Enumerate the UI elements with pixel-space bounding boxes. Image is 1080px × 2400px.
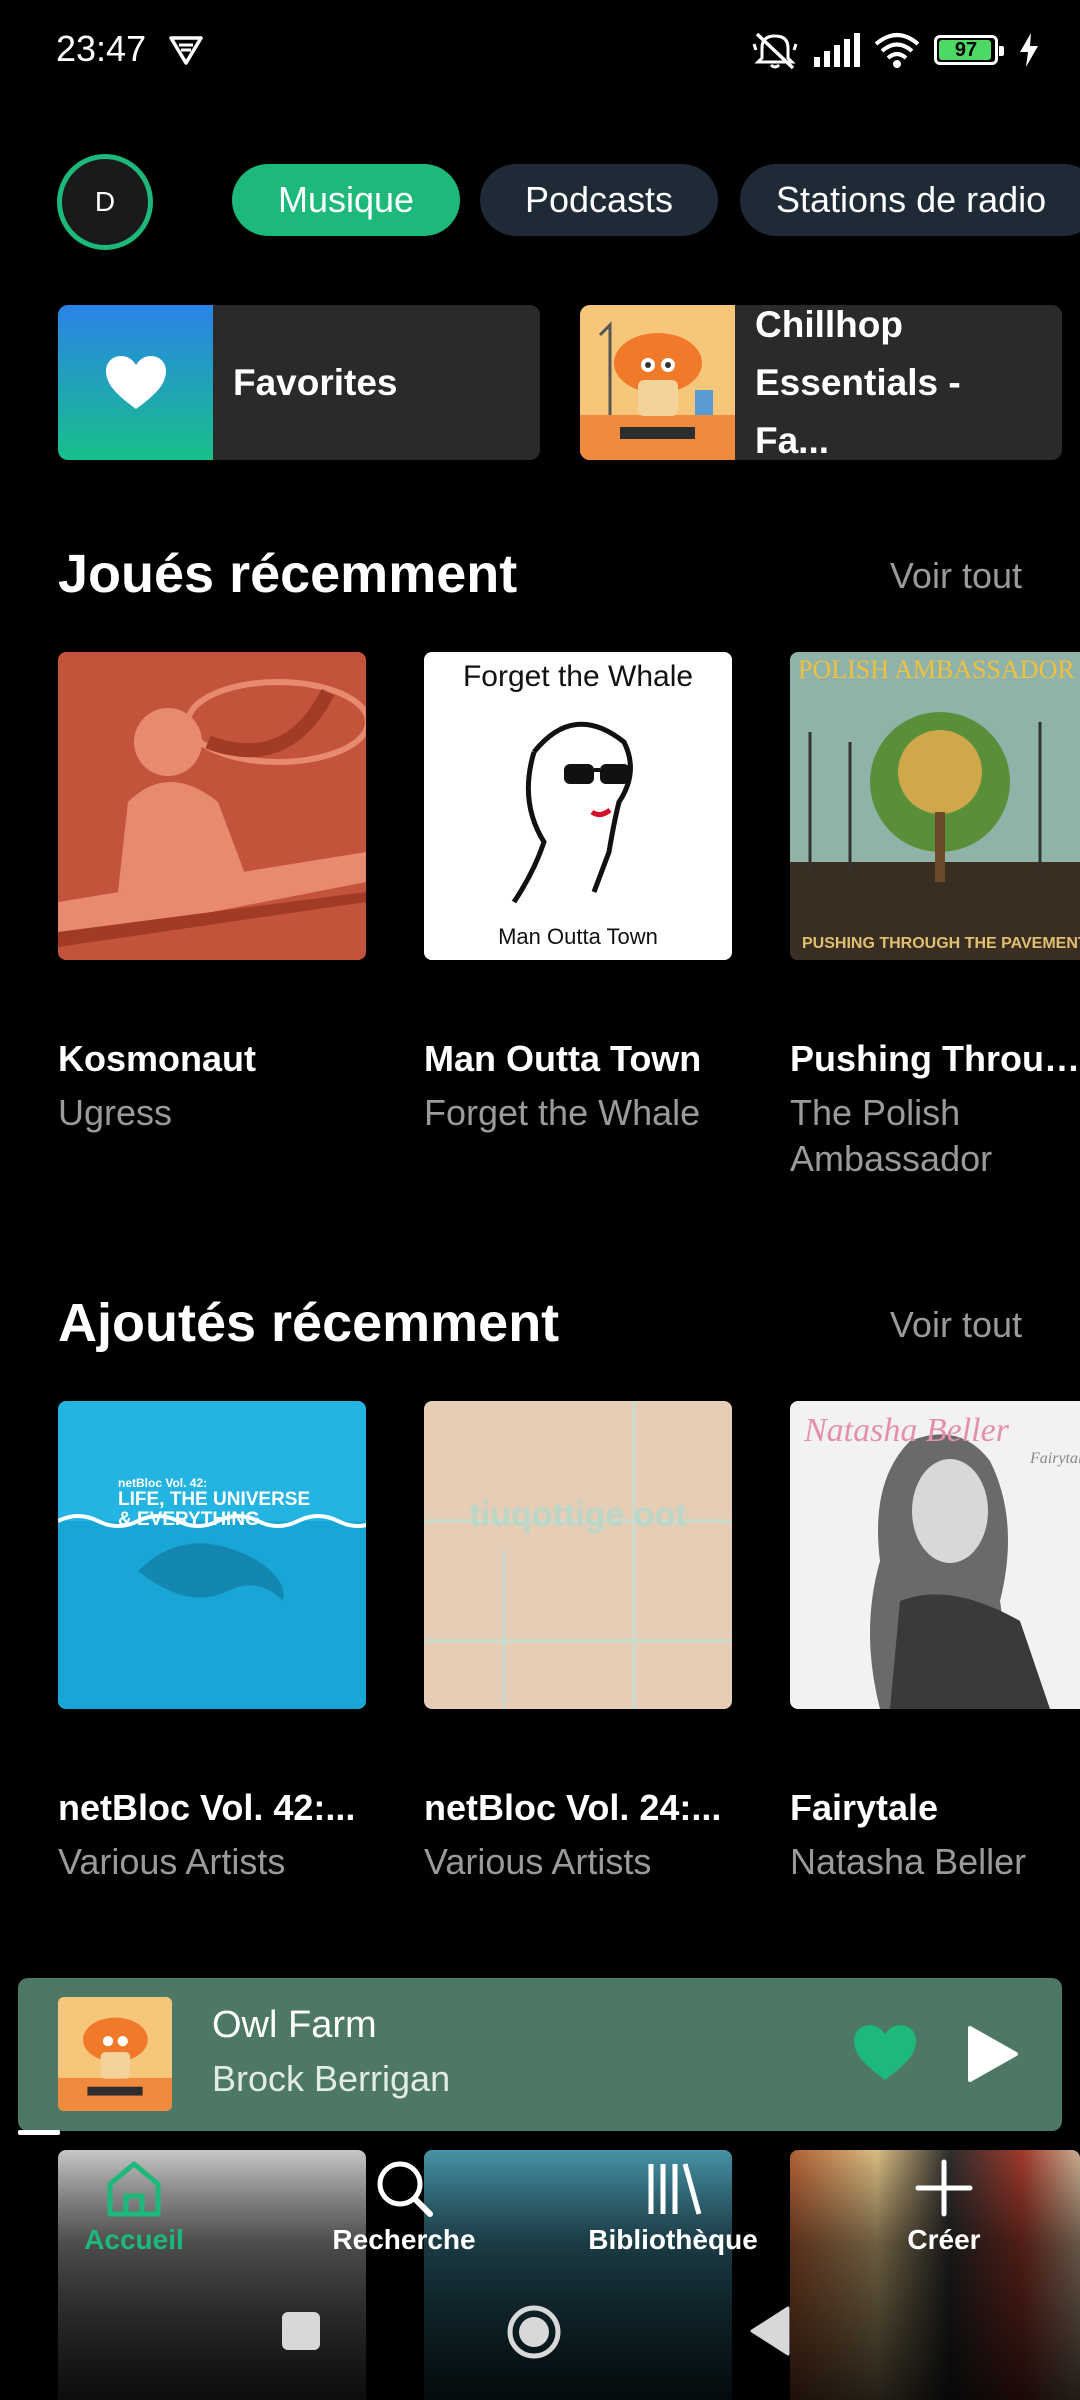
recents-icon[interactable] xyxy=(280,2310,322,2352)
album-title: Fairytale xyxy=(790,1787,939,1828)
status-time: 23:47 xyxy=(56,28,147,69)
pinned-title-line1: Chillhop xyxy=(755,305,903,345)
nav-search[interactable]: Recherche xyxy=(304,2156,504,2256)
nav-label: Recherche xyxy=(332,2224,476,2255)
cover-text-top: Forget the Whale xyxy=(463,660,693,693)
cover-text-bottom: PUSHING THROUGH THE PAVEMENT xyxy=(802,935,1080,952)
mini-player-artist: Brock Berrigan xyxy=(212,2058,451,2099)
album-cover: POLISH AMBASSADOR PUSHING THROUGH THE PA… xyxy=(790,652,1080,960)
battery-level: 97 xyxy=(954,38,978,61)
nav-label: Bibliothèque xyxy=(588,2224,758,2255)
wifi-icon xyxy=(874,33,920,68)
album-artist-line2: Ambassador xyxy=(790,1138,993,1179)
cover-text-top: netBloc Vol. 42: xyxy=(118,1476,207,1490)
album-card[interactable]: Kosmonaut Ugress xyxy=(58,652,366,1136)
search-icon xyxy=(377,2161,433,2217)
album-artist: Forget the Whale xyxy=(424,1092,701,1133)
vpn-icon xyxy=(169,36,203,65)
signal-icon xyxy=(814,33,860,67)
album-artist: The Polish Ambassador xyxy=(790,1090,1080,1182)
album-cover: netBloc Vol. 42: LIFE, THE UNIVERSE & EV… xyxy=(58,1401,366,1709)
album-artist: Various Artists xyxy=(58,1841,286,1882)
library-icon xyxy=(648,2163,702,2215)
album-card[interactable]: Forget the Whale Man Outta Town Man Outt… xyxy=(424,652,732,1136)
album-cover: Natasha Beller Fairytale xyxy=(790,1401,1080,1709)
album-cover: tiuqottige oot xyxy=(424,1401,732,1709)
status-icons: 97 xyxy=(752,30,1040,70)
mini-player-title: Owl Farm xyxy=(212,2004,377,2046)
album-card[interactable]: Natasha Beller Fairytale Fairytale Natas… xyxy=(790,1401,1080,1885)
album-card[interactable]: netBloc Vol. 42: LIFE, THE UNIVERSE & EV… xyxy=(58,1401,366,1885)
playback-progress xyxy=(18,2130,60,2135)
section-title-recently-played: Joués récemment xyxy=(58,544,518,604)
chip-musique[interactable]: Musique xyxy=(232,164,460,236)
see-all-recently-played[interactable]: Voir tout xyxy=(890,555,1022,597)
pinned-title: Chillhop Essentials - Fa... xyxy=(735,305,1062,460)
see-all-recently-added[interactable]: Voir tout xyxy=(890,1304,1022,1346)
cover-text-line2: & EVERYTHING xyxy=(118,1509,260,1530)
system-nav-bar xyxy=(0,2290,1080,2380)
chillhop-art xyxy=(580,305,735,460)
back-icon[interactable] xyxy=(748,2306,790,2356)
album-title: netBloc Vol. 42:... xyxy=(58,1787,356,1828)
plus-icon xyxy=(915,2159,973,2217)
album-title: Kosmonaut xyxy=(58,1038,256,1079)
avatar-letter: D xyxy=(94,186,116,217)
home-button-icon[interactable] xyxy=(506,2304,562,2360)
album-artist-line1: The Polish xyxy=(790,1092,961,1133)
album-artist: Various Artists xyxy=(424,1841,652,1882)
cover-text-sub: Fairytale xyxy=(1029,1450,1080,1467)
chip-podcasts[interactable]: Podcasts xyxy=(480,164,718,236)
heart-icon[interactable] xyxy=(852,2023,918,2083)
album-title: Pushing Throug... xyxy=(790,1038,1080,1079)
cover-text-bottom: Man Outta Town xyxy=(498,924,658,949)
nav-library[interactable]: Bibliothèque xyxy=(573,2156,773,2256)
avatar[interactable]: D xyxy=(57,154,153,250)
battery-icon: 97 xyxy=(934,35,1004,65)
mute-icon xyxy=(752,32,798,70)
pinned-title-line2: Essentials - Fa... xyxy=(755,361,961,461)
nav-label: Créer xyxy=(907,2224,981,2255)
charging-icon xyxy=(1020,33,1038,67)
nav-create[interactable]: Créer xyxy=(844,2156,1044,2256)
heart-icon xyxy=(105,355,166,409)
play-icon[interactable] xyxy=(964,2024,1020,2084)
chip-stations-radio[interactable]: Stations de radio xyxy=(740,164,1080,236)
favorites-art xyxy=(58,305,213,460)
nav-home[interactable]: Accueil xyxy=(34,2156,234,2256)
mini-player-art xyxy=(58,1997,172,2111)
nav-label: Accueil xyxy=(84,2224,184,2255)
album-title: Man Outta Town xyxy=(424,1038,702,1079)
pinned-favorites[interactable]: Favorites xyxy=(58,305,540,460)
album-card[interactable]: tiuqottige oot netBloc Vol. 24:... Vario… xyxy=(424,1401,732,1885)
pinned-title: Favorites xyxy=(233,361,398,403)
album-card[interactable]: POLISH AMBASSADOR PUSHING THROUGH THE PA… xyxy=(790,652,1080,1182)
cover-text: tiuqottige oot xyxy=(469,1496,686,1534)
album-cover: Forget the Whale Man Outta Town xyxy=(424,652,732,960)
cover-text-top: POLISH AMBASSADOR xyxy=(798,655,1075,684)
album-title: netBloc Vol. 24:... xyxy=(424,1787,722,1828)
status-bar: 23:47 97 xyxy=(0,0,1080,100)
pinned-chillhop[interactable]: Chillhop Essentials - Fa... xyxy=(580,305,1062,460)
section-title-recently-added: Ajoutés récemment xyxy=(58,1293,560,1353)
filter-row: D Musique Podcasts Stations de radio xyxy=(0,150,1080,250)
cover-text: Natasha Beller xyxy=(803,1412,1010,1449)
mini-player[interactable]: Owl Farm Brock Berrigan xyxy=(18,1978,1062,2135)
home-icon xyxy=(107,2161,161,2217)
album-artist: Natasha Beller xyxy=(790,1841,1027,1882)
album-artist: Ugress xyxy=(58,1092,173,1133)
cover-text-line1: LIFE, THE UNIVERSE xyxy=(118,1489,310,1510)
album-cover xyxy=(58,652,366,960)
